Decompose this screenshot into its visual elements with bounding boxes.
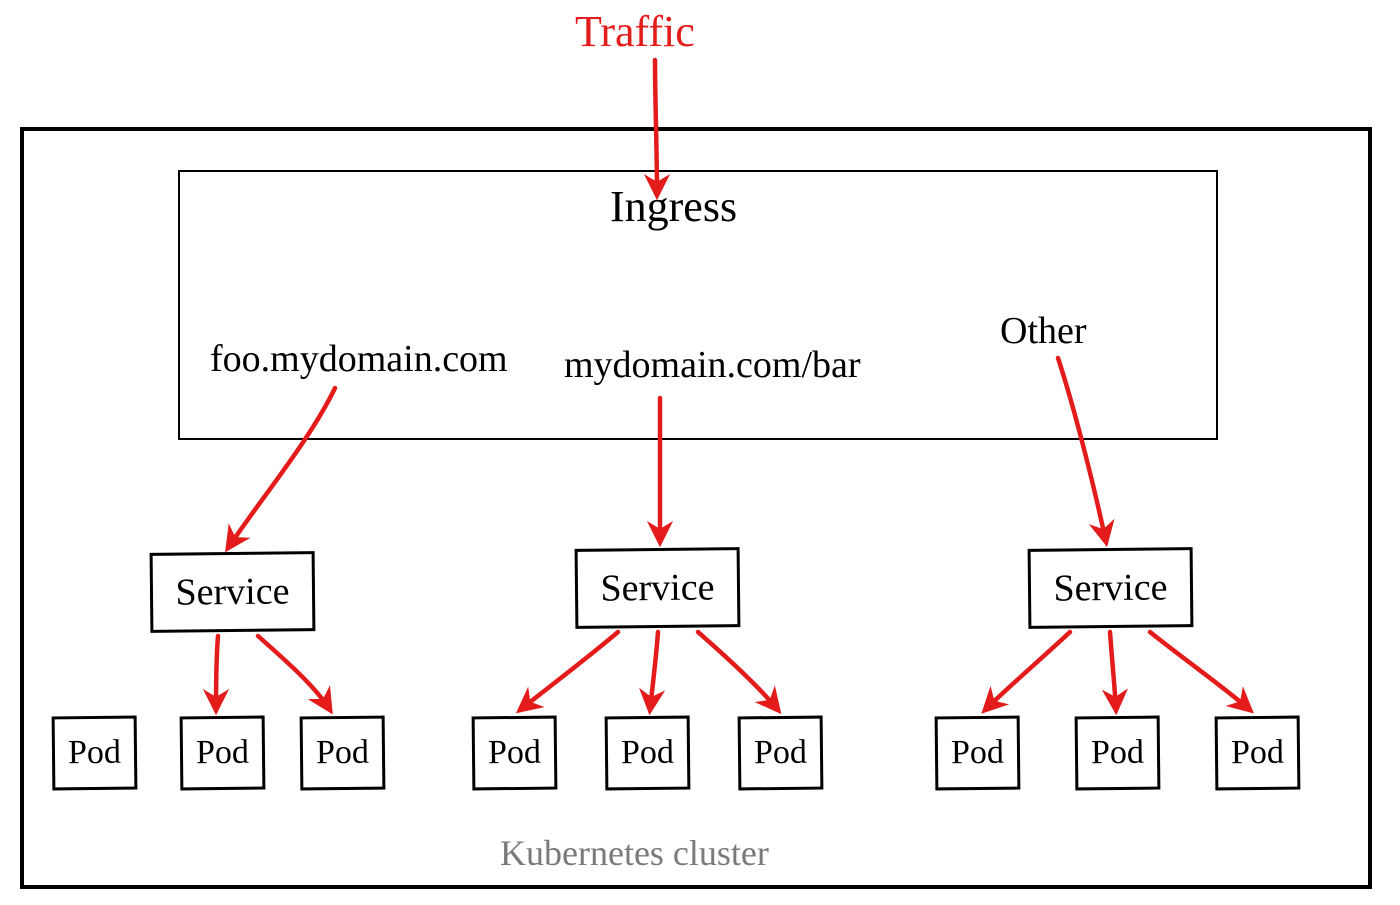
ingress-title: Ingress: [610, 185, 737, 229]
pod-label: Pod: [951, 734, 1004, 773]
pod-label: Pod: [1091, 734, 1144, 773]
pod-box: Pod: [1075, 716, 1161, 791]
pod-label: Pod: [196, 734, 249, 773]
ingress-rule-foo: foo.mydomain.com: [210, 340, 508, 378]
cluster-label: Kubernetes cluster: [500, 835, 769, 871]
service-box-1: Service: [150, 551, 316, 633]
service-box-3: Service: [1028, 547, 1194, 629]
pod-box: Pod: [1215, 716, 1301, 791]
pod-label: Pod: [488, 734, 541, 773]
pod-label: Pod: [754, 734, 807, 773]
pod-label: Pod: [68, 734, 121, 773]
pod-label: Pod: [621, 734, 674, 773]
pod-box: Pod: [180, 716, 266, 791]
service-label: Service: [1053, 565, 1167, 610]
pod-box: Pod: [605, 716, 691, 791]
service-label: Service: [600, 565, 714, 610]
pod-box: Pod: [300, 716, 386, 791]
ingress-rule-other: Other: [1000, 312, 1087, 350]
pod-box: Pod: [472, 716, 558, 791]
service-box-2: Service: [575, 547, 741, 629]
pod-box: Pod: [52, 716, 138, 791]
pod-box: Pod: [738, 716, 824, 791]
ingress-rule-bar: mydomain.com/bar: [564, 346, 861, 384]
service-label: Service: [175, 569, 289, 614]
pod-label: Pod: [1231, 734, 1284, 773]
pod-label: Pod: [316, 734, 369, 773]
pod-box: Pod: [935, 716, 1021, 791]
traffic-label: Traffic: [575, 10, 695, 54]
diagram-canvas: Traffic Kubernetes cluster Ingress foo.m…: [0, 0, 1400, 905]
